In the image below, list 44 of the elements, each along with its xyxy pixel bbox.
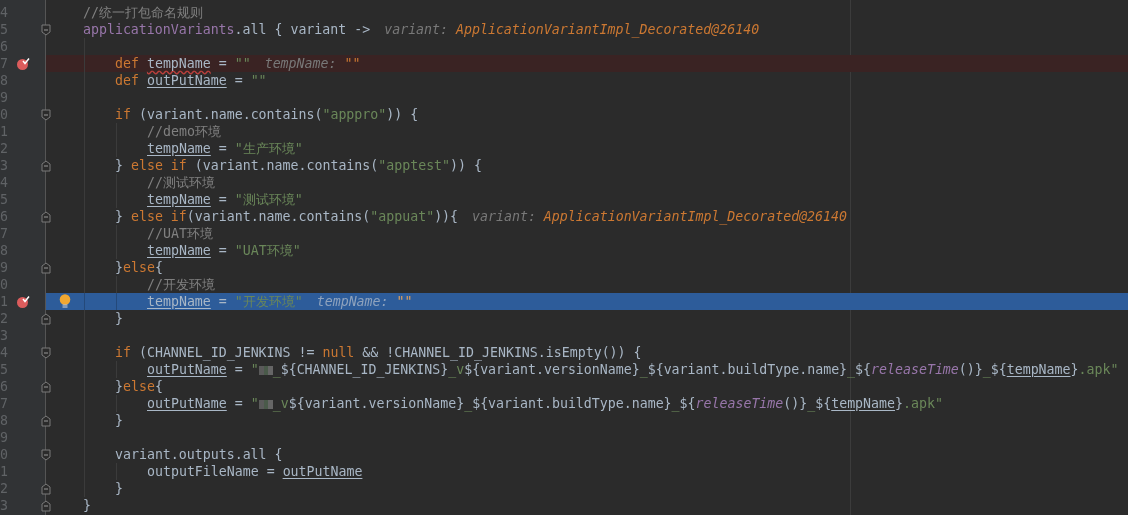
code-comment: //UAT环境 xyxy=(147,225,213,242)
code-line: tempName = "生产环境" xyxy=(147,140,303,157)
fold-marker-icon[interactable] xyxy=(41,499,51,512)
fold-marker-icon[interactable] xyxy=(41,159,51,172)
fold-marker-icon[interactable] xyxy=(41,210,51,223)
code-line: } xyxy=(83,497,91,514)
code-line: def tempName = "" xyxy=(115,55,251,72)
fold-marker-icon[interactable] xyxy=(41,346,51,359)
inline-value-hint: tempName: "" xyxy=(264,55,361,72)
breakpoint-icon[interactable] xyxy=(16,56,30,71)
code-comment: //测试环境 xyxy=(147,174,215,191)
fold-marker-icon[interactable] xyxy=(41,482,51,495)
code-line: } else if(variant.name.contains("appuat")){ xyxy=(115,208,459,225)
inline-value-hint: variant: ApplicationVariantImpl_Decorated@26140 xyxy=(472,208,847,225)
code-line: outPutName = " _v${variant.versionName}_${variant.buildType.name}_${releaseTime()}_${tempName}.apk" xyxy=(147,395,943,412)
code-line: variant.outputs.all { xyxy=(115,446,283,463)
fold-marker-icon[interactable] xyxy=(41,312,51,325)
code-line: if (CHANNEL_ID_JENKINS != null && !CHANNEL_ID_JENKINS.isEmpty()) { xyxy=(115,344,642,361)
fold-marker-icon[interactable] xyxy=(41,108,51,121)
code-line: outputFileName = outPutName xyxy=(147,463,363,480)
code-line: if (variant.name.contains("apppro")) { xyxy=(115,106,419,123)
fold-marker-icon[interactable] xyxy=(41,23,51,36)
code-line: } xyxy=(115,480,123,497)
fold-marker-icon[interactable] xyxy=(41,261,51,274)
fold-marker-icon[interactable] xyxy=(41,448,51,461)
code-line: } xyxy=(115,412,123,429)
code-line: } else if (variant.name.contains("apptest")) { xyxy=(115,157,482,174)
breakpoint-icon[interactable] xyxy=(16,294,30,309)
code-comment: //demo环境 xyxy=(147,123,221,140)
code-line: def outPutName = "" xyxy=(115,72,267,89)
code-line: }else{ xyxy=(115,259,163,276)
code-line: }else{ xyxy=(115,378,163,395)
inline-value-hint: variant: ApplicationVariantImpl_Decorated@26140 xyxy=(384,21,760,38)
code-line: outPutName = " _${CHANNEL_ID_JENKINS}_v${variant.versionName}_${variant.buildType.name}_${releaseTime()}_${tempName}.apk" xyxy=(147,361,1119,378)
lightbulb-icon[interactable] xyxy=(58,294,71,309)
fold-marker-icon[interactable] xyxy=(41,414,51,427)
code-line: tempName = "开发环境" xyxy=(147,293,303,310)
fold-marker-icon[interactable] xyxy=(41,380,51,393)
code-line: tempName = "UAT环境" xyxy=(147,242,301,259)
inline-value-hint: tempName: "" xyxy=(316,293,413,310)
code-line: } xyxy=(115,310,123,327)
code-line: applicationVariants.all { variant -> xyxy=(83,21,371,38)
code-comment: //开发环境 xyxy=(147,276,215,293)
code-line: tempName = "测试环境" xyxy=(147,191,303,208)
